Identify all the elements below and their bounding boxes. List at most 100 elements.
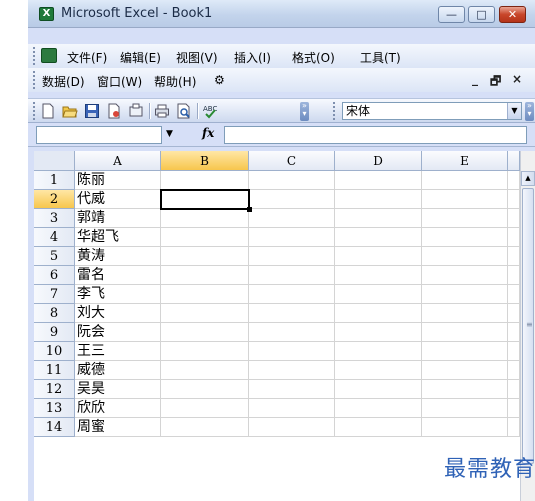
cell-b5[interactable] <box>161 247 249 266</box>
cell-e13[interactable] <box>422 399 508 418</box>
formula-input[interactable] <box>224 126 527 144</box>
row-header[interactable]: 1 <box>34 171 75 190</box>
cell-c2[interactable] <box>249 190 335 209</box>
cell-b6[interactable] <box>161 266 249 285</box>
cell-c8[interactable] <box>249 304 335 323</box>
scrollbar-thumb[interactable]: ≡ <box>522 188 534 464</box>
cell-d9[interactable] <box>335 323 422 342</box>
cell-a7[interactable]: 李飞 <box>75 285 161 304</box>
cell-d1[interactable] <box>335 171 422 190</box>
cell-e4[interactable] <box>422 228 508 247</box>
print-preview-icon[interactable] <box>176 103 192 119</box>
cell-f12[interactable] <box>508 380 520 399</box>
cell-f9[interactable] <box>508 323 520 342</box>
new-icon[interactable] <box>40 103 56 119</box>
cell-d5[interactable] <box>335 247 422 266</box>
cell-e5[interactable] <box>422 247 508 266</box>
email-icon[interactable] <box>128 103 144 119</box>
cell-b1[interactable] <box>161 171 249 190</box>
cell-a6[interactable]: 雷名 <box>75 266 161 285</box>
menu-file[interactable]: 文件(F) <box>67 49 107 66</box>
cell-f3[interactable] <box>508 209 520 228</box>
column-header-d[interactable]: D <box>335 151 422 171</box>
row-header[interactable]: 2 <box>34 190 75 209</box>
minimize-button[interactable]: — <box>438 6 465 23</box>
cell-c3[interactable] <box>249 209 335 228</box>
select-all-corner[interactable] <box>34 151 75 171</box>
cell-a10[interactable]: 王三 <box>75 342 161 361</box>
insert-function-icon[interactable]: fx <box>202 126 214 140</box>
cell-c13[interactable] <box>249 399 335 418</box>
spelling-icon[interactable]: ABC <box>202 103 218 119</box>
cell-e12[interactable] <box>422 380 508 399</box>
toolbar-grip-icon[interactable] <box>33 47 36 65</box>
toolbar-options-chevron-icon[interactable]: » ▾ <box>525 102 534 121</box>
cell-b14[interactable] <box>161 418 249 437</box>
cell-e11[interactable] <box>422 361 508 380</box>
chevron-down-icon[interactable]: ▼ <box>166 129 173 139</box>
row-header[interactable]: 10 <box>34 342 75 361</box>
document-restore-button[interactable]: 🗗 <box>490 72 501 93</box>
active-cell-selection[interactable] <box>160 189 250 210</box>
row-header[interactable]: 11 <box>34 361 75 380</box>
cell-e3[interactable] <box>422 209 508 228</box>
toolbar-grip-icon[interactable] <box>33 71 36 89</box>
cell-a1[interactable]: 陈丽 <box>75 171 161 190</box>
cell-e10[interactable] <box>422 342 508 361</box>
cell-c4[interactable] <box>249 228 335 247</box>
cell-b13[interactable] <box>161 399 249 418</box>
cell-a12[interactable]: 吴昊 <box>75 380 161 399</box>
cell-b4[interactable] <box>161 228 249 247</box>
document-icon[interactable] <box>41 48 57 63</box>
permission-icon[interactable] <box>106 103 122 119</box>
cell-a5[interactable]: 黄涛 <box>75 247 161 266</box>
row-header[interactable]: 4 <box>34 228 75 247</box>
row-header[interactable]: 9 <box>34 323 75 342</box>
cell-a13[interactable]: 欣欣 <box>75 399 161 418</box>
menu-insert[interactable]: 插入(I) <box>234 49 271 66</box>
cell-f4[interactable] <box>508 228 520 247</box>
cell-a8[interactable]: 刘大 <box>75 304 161 323</box>
toolbar-grip-icon[interactable] <box>33 102 36 120</box>
menu-tools[interactable]: 工具(T) <box>360 49 401 66</box>
cell-f6[interactable] <box>508 266 520 285</box>
cell-c9[interactable] <box>249 323 335 342</box>
row-header[interactable]: 14 <box>34 418 75 437</box>
menu-view[interactable]: 视图(V) <box>176 49 218 66</box>
cell-c14[interactable] <box>249 418 335 437</box>
cell-d2[interactable] <box>335 190 422 209</box>
cell-f10[interactable] <box>508 342 520 361</box>
open-icon[interactable] <box>62 103 78 119</box>
cell-f1[interactable] <box>508 171 520 190</box>
cell-d8[interactable] <box>335 304 422 323</box>
cell-c12[interactable] <box>249 380 335 399</box>
cell-b11[interactable] <box>161 361 249 380</box>
menu-data[interactable]: 数据(D) <box>42 73 85 90</box>
cell-c5[interactable] <box>249 247 335 266</box>
close-button[interactable]: ✕ <box>499 6 526 23</box>
cell-d4[interactable] <box>335 228 422 247</box>
name-box[interactable] <box>36 126 162 144</box>
menu-help[interactable]: 帮助(H) <box>154 73 196 90</box>
cell-d12[interactable] <box>335 380 422 399</box>
cell-a3[interactable]: 郭靖 <box>75 209 161 228</box>
vertical-scrollbar[interactable]: ▲ ≡ <box>520 151 535 501</box>
cell-e14[interactable] <box>422 418 508 437</box>
cell-a11[interactable]: 威德 <box>75 361 161 380</box>
cell-a14[interactable]: 周蜜 <box>75 418 161 437</box>
cell-c1[interactable] <box>249 171 335 190</box>
cell-b3[interactable] <box>161 209 249 228</box>
menu-window[interactable]: 窗口(W) <box>97 73 142 90</box>
cell-a9[interactable]: 阮会 <box>75 323 161 342</box>
print-icon[interactable] <box>154 103 170 119</box>
cell-b10[interactable] <box>161 342 249 361</box>
row-header[interactable]: 13 <box>34 399 75 418</box>
row-header[interactable]: 7 <box>34 285 75 304</box>
row-header[interactable]: 5 <box>34 247 75 266</box>
cell-f7[interactable] <box>508 285 520 304</box>
cell-e6[interactable] <box>422 266 508 285</box>
settings-icon[interactable]: ⚙ <box>214 73 225 87</box>
row-header[interactable]: 6 <box>34 266 75 285</box>
menu-edit[interactable]: 编辑(E) <box>120 49 161 66</box>
toolbar-options-chevron-icon[interactable]: » ▾ <box>300 102 309 121</box>
